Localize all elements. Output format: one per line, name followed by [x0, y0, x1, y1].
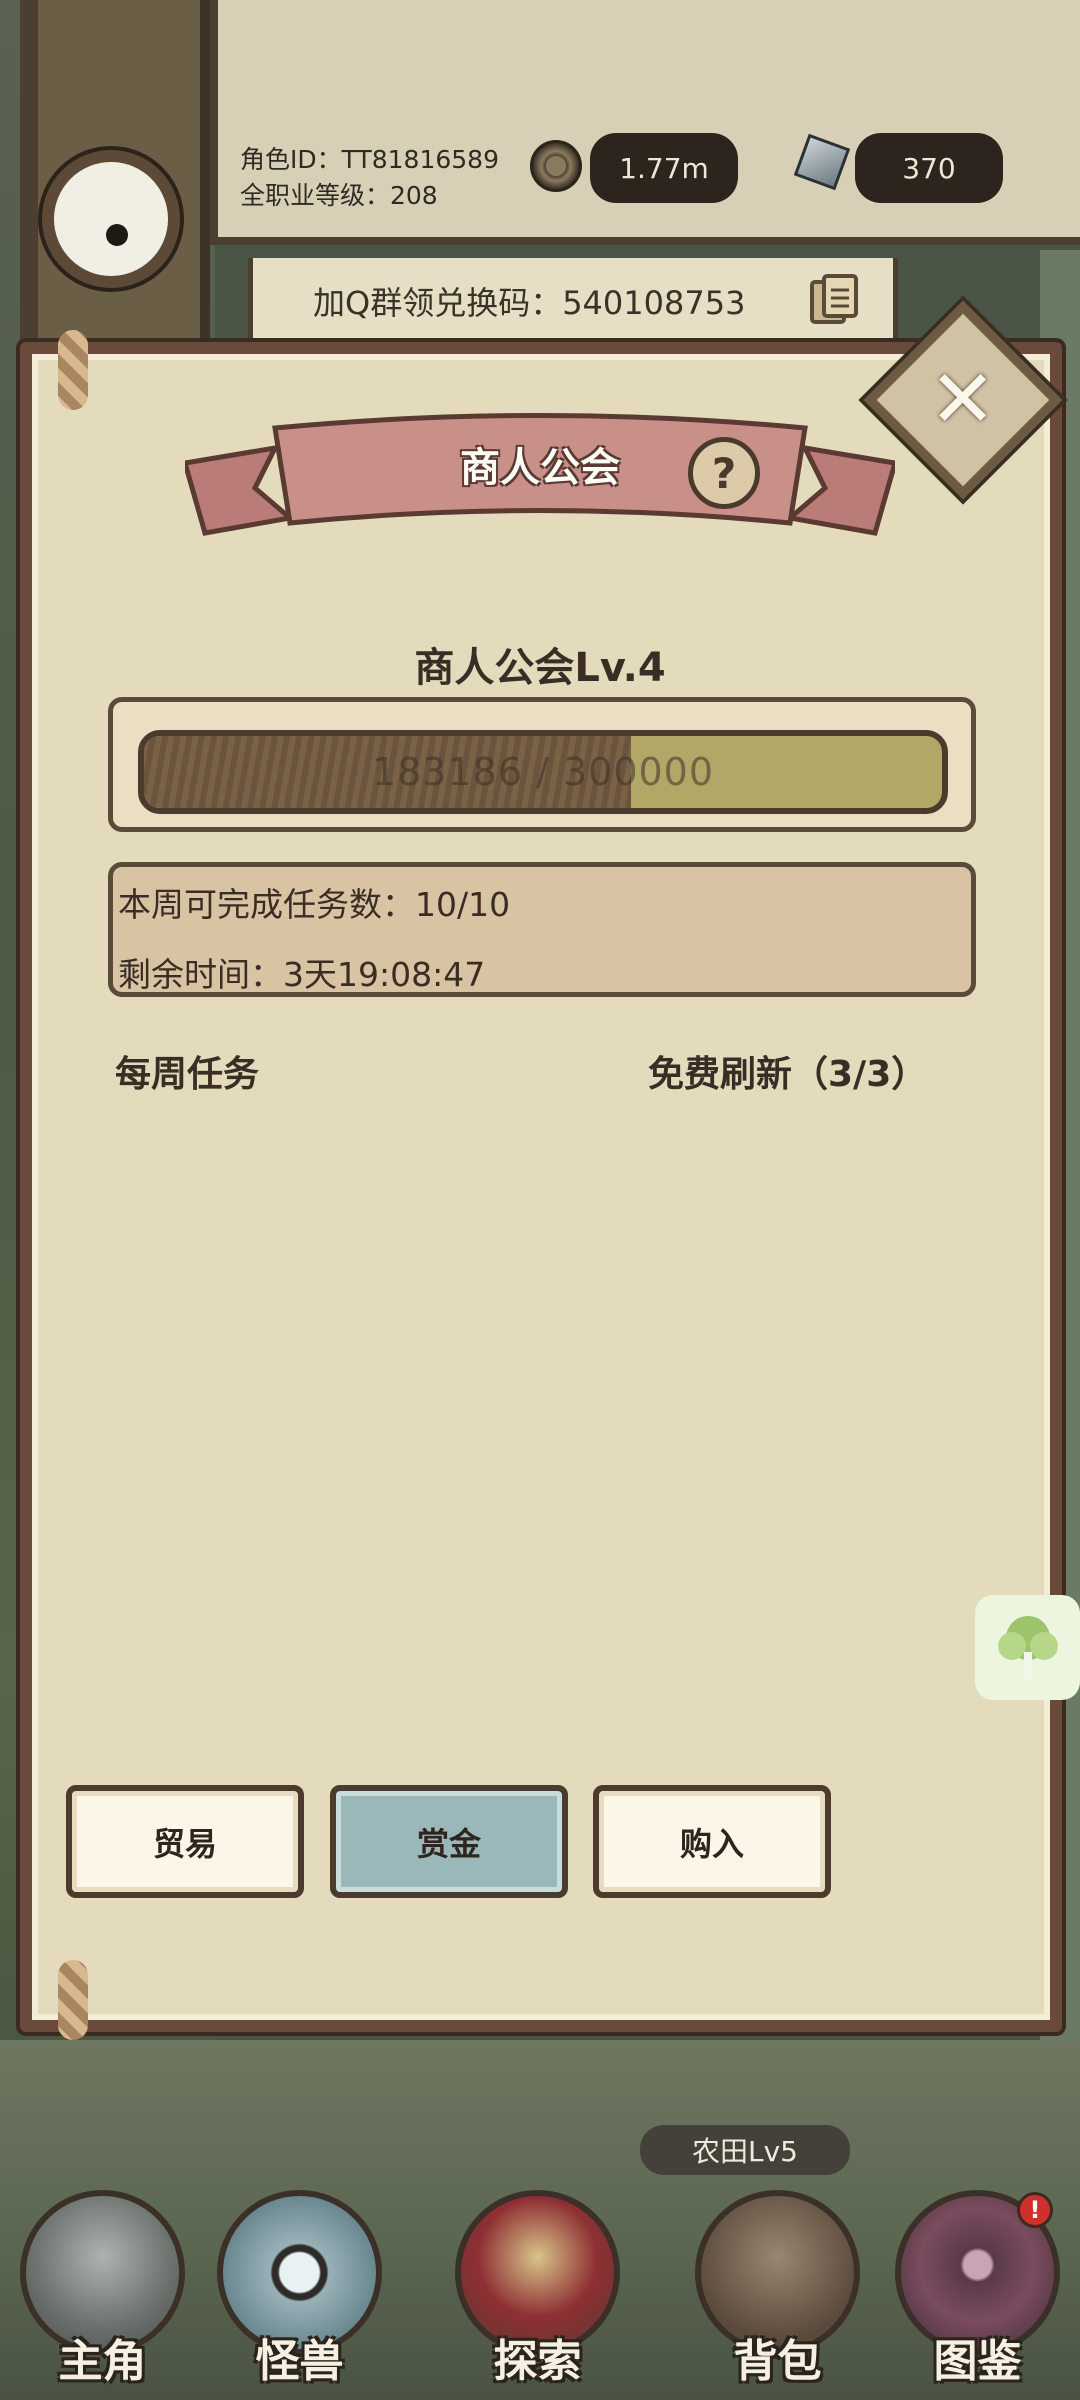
nav-label: 主角: [58, 2336, 147, 2387]
eye-button[interactable]: [42, 150, 180, 288]
tree-icon[interactable]: [975, 1595, 1080, 1700]
redeem-code-text: 加Q群领兑换码：540108753: [313, 283, 746, 322]
gold-counter[interactable]: 1.77m: [590, 133, 738, 203]
tab-buy[interactable]: 购入: [593, 1785, 831, 1898]
nav-monster[interactable]: 怪兽: [212, 2180, 387, 2395]
farm-level-label[interactable]: 农田Lv5: [640, 2125, 850, 2175]
tab-trade[interactable]: 贸易: [66, 1785, 304, 1898]
guild-progress-bar: 183186 / 300000: [138, 730, 948, 814]
role-id: 角色ID：TT81816589: [240, 145, 499, 174]
merchant-guild-panel: [20, 342, 1062, 2032]
weekly-tasks-heading: 每周任务: [115, 1054, 260, 1095]
nav-label: 背包: [733, 2336, 822, 2387]
rope-bottom: [58, 1960, 88, 2040]
coin-icon: [530, 140, 582, 192]
panel-title: 商人公会: [460, 445, 620, 491]
nav-backpack[interactable]: 背包: [690, 2180, 865, 2395]
alert-badge: !: [1017, 2192, 1053, 2228]
tab-bounty[interactable]: 赏金: [330, 1785, 568, 1898]
help-icon[interactable]: ?: [688, 437, 760, 509]
nav-hero[interactable]: 主角: [15, 2180, 190, 2395]
total-level: 全职业等级：208: [240, 181, 438, 210]
weekly-tasks-count: 本周可完成任务数：10/10: [118, 885, 511, 924]
nav-label: 图鉴: [933, 2336, 1022, 2387]
nav-label: 怪兽: [255, 2336, 344, 2387]
copy-icon[interactable]: [808, 272, 860, 328]
nav-label: 探索: [493, 2336, 582, 2387]
nav-explore[interactable]: 探索: [450, 2180, 625, 2395]
close-icon: ✕: [929, 353, 997, 446]
gem-counter[interactable]: 370: [855, 133, 1003, 203]
guild-level: 商人公会Lv.4: [414, 645, 666, 691]
time-remaining: 剩余时间：3天19:08:47: [118, 955, 486, 994]
progress-label: 183186 / 300000: [371, 750, 715, 794]
redeem-code-bar: 加Q群领兑换码：540108753: [248, 258, 898, 348]
rope-top: [58, 330, 88, 410]
game-screen: 角色ID：TT81816589 全职业等级：208 1.77m 370 加Q群领…: [0, 0, 1080, 2400]
free-refresh-button[interactable]: 免费刷新（3/3）: [648, 1045, 927, 1097]
